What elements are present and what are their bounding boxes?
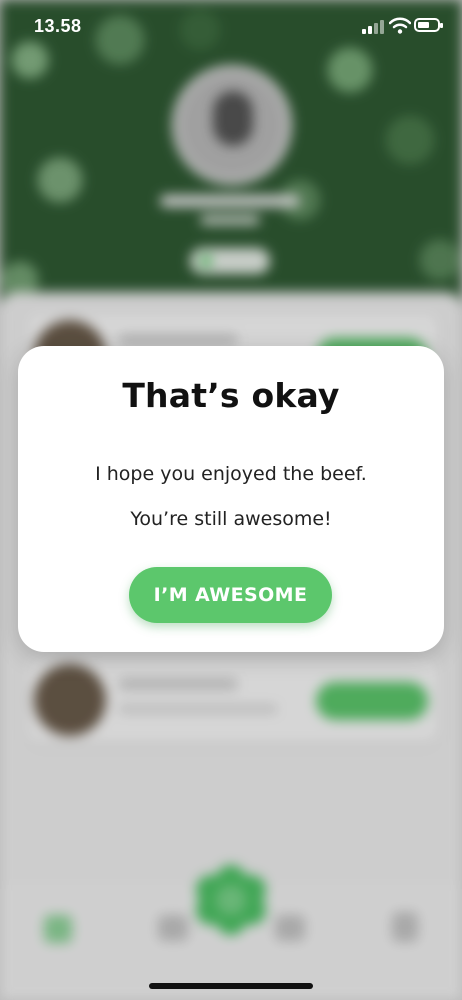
- status-bar: 13.58: [0, 0, 462, 56]
- dialog-message: I hope you enjoyed the beef.: [95, 463, 367, 485]
- wifi-icon: [389, 17, 411, 34]
- dialog: That’s okay I hope you enjoyed the beef.…: [18, 346, 444, 652]
- dialog-submessage: You’re still awesome!: [130, 508, 332, 530]
- im-awesome-button[interactable]: I’M AWESOME: [129, 567, 332, 623]
- status-time: 13.58: [34, 16, 82, 36]
- battery-icon: [414, 18, 443, 32]
- dialog-title: That’s okay: [122, 376, 340, 415]
- signal-icon: [362, 20, 384, 34]
- home-indicator[interactable]: [149, 983, 313, 989]
